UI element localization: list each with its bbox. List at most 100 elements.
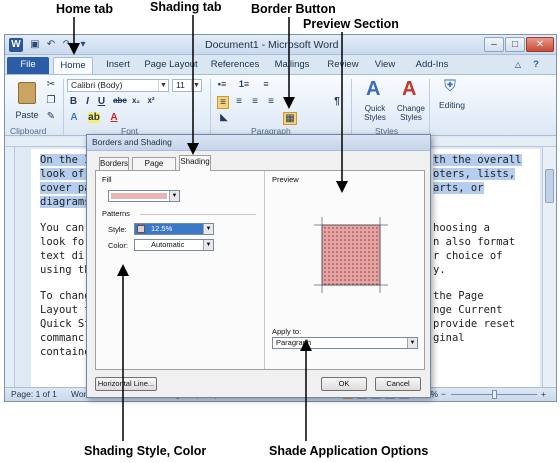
editing-button[interactable]: ⛨ Editing	[433, 77, 469, 123]
tab-view[interactable]: View	[369, 57, 401, 74]
document-line-tail[interactable]: n also format	[433, 235, 515, 249]
close-button[interactable]: ✕	[526, 37, 554, 52]
format-painter-icon[interactable]: ✎	[45, 111, 57, 122]
tab-mailings[interactable]: Mailings	[269, 57, 315, 74]
cut-icon[interactable]: ✂	[45, 79, 57, 90]
align-right-icon[interactable]: ≡	[249, 96, 261, 107]
style-label: Style:	[108, 225, 127, 234]
strikethrough-button[interactable]: abc	[113, 96, 127, 105]
preview-label: Preview	[272, 175, 299, 184]
document-line-tail[interactable]: provide reset	[433, 317, 515, 331]
justify-icon[interactable]: ≡	[265, 96, 277, 107]
document-line-tail[interactable]: arts, or	[433, 181, 484, 195]
customize-qat-icon[interactable]: ▾	[77, 39, 89, 51]
document-line-tail-text: y.	[433, 264, 446, 276]
fill-color-dropdown[interactable]: ▼	[108, 190, 180, 202]
document-line-tail[interactable]: r choice of	[433, 249, 503, 263]
paste-button[interactable]: Paste	[11, 79, 41, 123]
vertical-ruler[interactable]	[5, 147, 15, 389]
chevron-down-icon: ▼	[203, 224, 213, 234]
document-line-tail-text: r choice of	[433, 250, 503, 262]
bullets-icon[interactable]: •≡	[215, 79, 229, 89]
style-value: 12.5%	[151, 224, 173, 233]
redo-icon[interactable]: ↷	[61, 39, 73, 51]
tab-review[interactable]: Review	[323, 57, 363, 74]
horizontal-line-button[interactable]: Horizontal Line...	[95, 377, 157, 391]
document-line[interactable]: To chang	[40, 289, 91, 303]
document-line-tail[interactable]: hoosing a	[433, 221, 490, 235]
pattern-color-dropdown[interactable]: Automatic ▼	[134, 239, 214, 251]
zoom-in-button[interactable]: +	[541, 388, 546, 401]
document-line-tail[interactable]: th the overall	[433, 153, 522, 167]
change-styles-icon: A	[402, 78, 417, 100]
show-formatting-icon[interactable]: ¶	[331, 96, 343, 107]
tab-page-border[interactable]: Page Border	[132, 157, 176, 180]
tab-shading[interactable]: Shading	[179, 155, 211, 171]
font-name-combo[interactable]: Calibri (Body) ▼	[67, 79, 169, 92]
minimize-button[interactable]: –	[484, 37, 504, 52]
dialog-title: Borders and Shading	[87, 135, 430, 151]
document-line-text: commanc	[40, 332, 85, 344]
document-line-tail[interactable]: y.	[433, 263, 446, 277]
tab-references[interactable]: References	[207, 57, 263, 74]
subscript-button[interactable]: x₂	[130, 96, 142, 105]
align-left-icon[interactable]: ≡	[217, 96, 229, 109]
word-app-icon[interactable]: W	[9, 38, 23, 52]
document-line[interactable]: diagrams	[40, 195, 91, 209]
superscript-button[interactable]: x²	[145, 96, 157, 105]
line-spacing-icon[interactable]: ↕	[281, 96, 295, 107]
change-styles-button[interactable]: A Change Styles	[393, 77, 427, 123]
cancel-button[interactable]: Cancel	[375, 377, 421, 391]
tab-file[interactable]: File	[7, 57, 49, 74]
page-count[interactable]: Page: 1 of 1	[11, 388, 57, 401]
align-center-icon[interactable]: ≡	[233, 96, 245, 107]
tab-add-ins[interactable]: Add-Ins	[409, 57, 455, 74]
undo-icon[interactable]: ↶	[45, 39, 57, 51]
window-title: Document1 - Microsoft Word	[205, 39, 339, 51]
document-line-tail[interactable]: ginal	[433, 331, 465, 345]
vertical-scrollbar[interactable]	[542, 147, 556, 389]
minimize-ribbon-icon[interactable]: △	[511, 57, 525, 74]
maximize-button[interactable]: □	[505, 37, 525, 52]
zoom-slider-thumb[interactable]	[492, 390, 497, 399]
scrollbar-thumb[interactable]	[545, 169, 554, 203]
document-line[interactable]: commanc	[40, 331, 84, 345]
annotation-shading-tab: Shading tab	[150, 0, 222, 14]
font-color-icon[interactable]: A	[108, 112, 120, 123]
color-label: Color:	[108, 241, 129, 250]
copy-icon[interactable]: ❐	[45, 95, 57, 106]
document-line-tail-text: hoosing a	[433, 222, 490, 234]
highlight-icon[interactable]: ab	[88, 112, 100, 123]
tab-insert[interactable]: Insert	[99, 57, 137, 74]
style-dropdown[interactable]: 12.5% ▼	[134, 223, 214, 235]
font-size-combo[interactable]: 11 ▼	[172, 79, 202, 92]
document-line-tail[interactable]: nge Current	[433, 303, 503, 317]
document-line[interactable]: containe	[40, 345, 91, 359]
bold-button[interactable]: B	[68, 96, 79, 107]
tab-page-layout[interactable]: Page Layout	[141, 57, 201, 74]
text-effects-icon[interactable]: A	[68, 112, 80, 123]
quick-styles-button[interactable]: A Quick Styles	[357, 77, 391, 123]
document-line-tail[interactable]: oters, lists,	[433, 167, 516, 181]
ribbon: Paste ✂ ❐ ✎ Clipboard Calibri (Body) ▼ 11…	[5, 74, 556, 136]
shading-icon[interactable]: ◣	[217, 112, 231, 123]
ribbon-separator	[210, 79, 211, 135]
underline-button[interactable]: U	[96, 96, 107, 107]
fill-color-swatch	[111, 193, 167, 199]
find-icon: ⛨	[444, 78, 457, 95]
border-button[interactable]: ▦	[283, 112, 297, 125]
document-line-tail-text: arts, or	[433, 182, 484, 194]
ok-button[interactable]: OK	[321, 377, 367, 391]
tab-borders[interactable]: Borders	[99, 157, 129, 170]
italic-button[interactable]: I	[82, 96, 93, 107]
numbering-icon[interactable]: 1≡	[237, 79, 251, 89]
apply-to-dropdown[interactable]: Paragraph ▼	[272, 337, 418, 349]
tab-home[interactable]: Home	[53, 57, 93, 74]
multilevel-list-icon[interactable]: ≡	[259, 79, 273, 89]
document-line-tail[interactable]: the Page	[433, 289, 484, 303]
color-value: Automatic	[151, 240, 185, 249]
zoom-out-button[interactable]: −	[441, 388, 446, 401]
document-line-tail-text: provide reset	[433, 318, 516, 330]
help-icon[interactable]: ?	[529, 57, 543, 74]
save-icon[interactable]: ▣	[29, 39, 41, 51]
